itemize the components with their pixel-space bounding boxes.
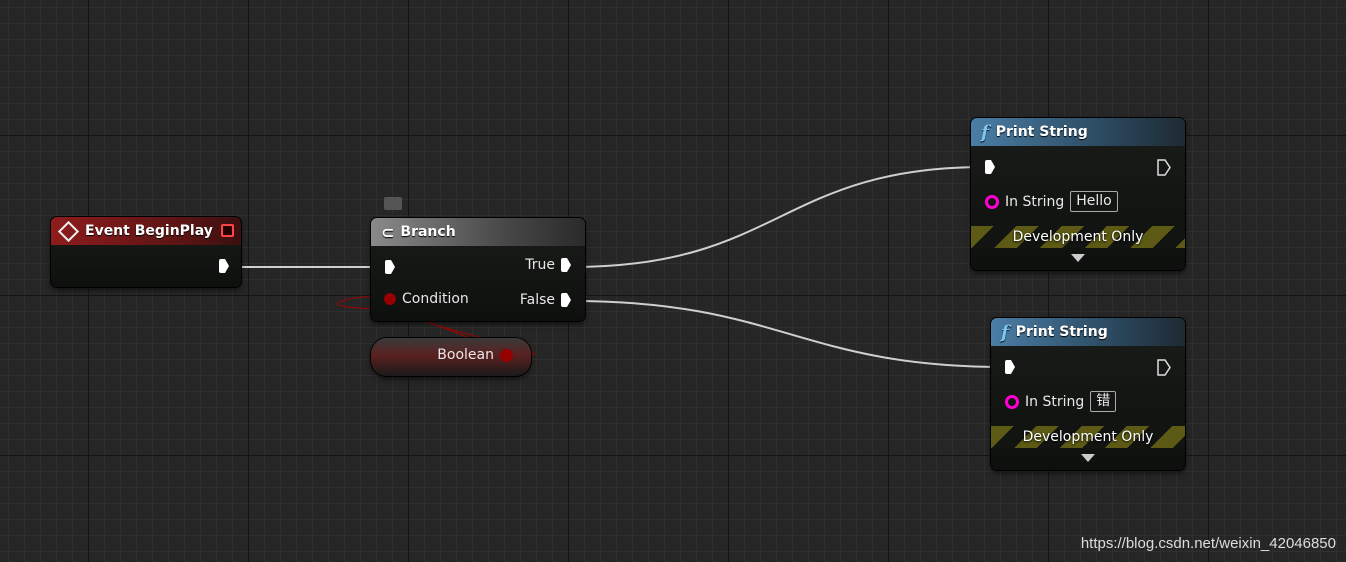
exec-out-pin[interactable] <box>1157 159 1171 176</box>
comment-bubble-icon[interactable] <box>384 197 402 210</box>
exec-out-pin[interactable] <box>1157 359 1171 376</box>
boolean-label: Boolean <box>437 347 494 363</box>
node-title: Print String <box>995 124 1088 140</box>
in-string-label: In String <box>1005 193 1065 210</box>
false-exec-pin[interactable] <box>561 293 571 307</box>
condition-pin[interactable] <box>384 293 396 305</box>
watermark: https://blog.csdn.net/weixin_42046850 <box>1080 535 1336 552</box>
delegate-pin-icon[interactable] <box>221 224 234 237</box>
string-pin[interactable] <box>1005 394 1019 409</box>
exec-wire-true-print1 <box>571 166 986 268</box>
expand-arrow-icon[interactable] <box>1071 254 1085 262</box>
false-label: False <box>519 292 555 308</box>
print-string-node-2[interactable]: f Print String In String 错 Development O… <box>991 318 1185 470</box>
development-only-banner: Development Only <box>991 426 1185 448</box>
in-string-label: In String <box>1025 393 1085 410</box>
exec-in-pin[interactable] <box>985 160 995 174</box>
print-string-node-1[interactable]: f Print String In String Hello Developme… <box>971 118 1185 270</box>
function-icon: f <box>1001 321 1009 343</box>
branch-node[interactable]: ⊂ Branch Condition True False <box>371 218 585 321</box>
exec-wire-false-print2 <box>571 300 1006 368</box>
event-diamond-icon <box>57 220 80 242</box>
node-header: f Print String <box>971 118 1185 146</box>
in-string-input[interactable]: Hello <box>1070 191 1118 212</box>
true-label: True <box>525 257 555 273</box>
expand-arrow-icon[interactable] <box>1081 454 1095 462</box>
branch-icon: ⊂ <box>381 222 395 242</box>
node-title: Branch <box>400 224 456 240</box>
event-beginplay-node[interactable]: Event BeginPlay <box>51 217 241 287</box>
node-title: Event BeginPlay <box>85 223 213 239</box>
exec-in-pin[interactable] <box>385 260 395 274</box>
in-string-input[interactable]: 错 <box>1090 391 1117 412</box>
node-header: f Print String <box>991 318 1185 346</box>
exec-in-pin[interactable] <box>1005 360 1015 374</box>
node-title: Print String <box>1015 324 1108 340</box>
true-exec-pin[interactable] <box>561 258 571 272</box>
development-only-banner: Development Only <box>971 226 1185 248</box>
boolean-variable-node[interactable]: Boolean <box>371 338 531 376</box>
function-icon: f <box>981 121 989 143</box>
node-header: Event BeginPlay <box>51 217 241 245</box>
string-pin[interactable] <box>985 194 999 209</box>
condition-label: Condition <box>402 291 469 307</box>
boolean-out-pin[interactable] <box>500 348 513 362</box>
node-header: ⊂ Branch <box>371 218 585 246</box>
exec-out-pin[interactable] <box>219 259 229 273</box>
